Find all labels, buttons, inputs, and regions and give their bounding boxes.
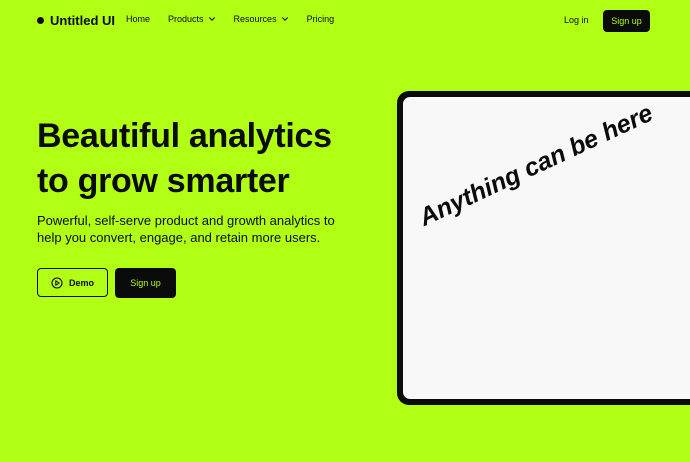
hero-subhead: Powerful, self-serve product and growth … (37, 213, 335, 245)
tablet-screen: Anything can be here (403, 97, 690, 399)
nav-item-label: Home (126, 14, 151, 24)
nav-item-label: Resources (233, 14, 277, 24)
logo-dot-icon (37, 17, 44, 24)
hero-signup-button[interactable]: Sign up (115, 268, 176, 298)
top-nav: Untitled UI Home Products Resources Pric… (0, 0, 690, 42)
placeholder-text: Anything can be here (414, 98, 658, 232)
demo-button-label: Demo (68, 277, 94, 288)
tablet-mockup: Anything can be here (397, 91, 690, 405)
nav-item-products[interactable]: Products (168, 14, 216, 24)
login-link[interactable]: Log in (564, 15, 589, 25)
nav-item-resources[interactable]: Resources (234, 14, 289, 24)
headline-line-2: to grow smarter (37, 162, 290, 200)
nav-item-label: Products (168, 14, 204, 24)
hero-headline: Beautiful analytics to grow smarter (37, 114, 397, 204)
nav-signup-button[interactable]: Sign up (603, 10, 650, 32)
brand-logo[interactable]: Untitled UI (37, 13, 115, 28)
nav-menu: Home Products Resources Pricing (126, 14, 352, 24)
nav-item-home[interactable]: Home (126, 14, 150, 24)
nav-item-pricing[interactable]: Pricing (307, 14, 335, 24)
chevron-down-icon (281, 17, 288, 21)
demo-button[interactable]: Demo (37, 268, 108, 297)
headline-line-1: Beautiful analytics (37, 117, 332, 155)
chevron-down-icon (208, 17, 215, 21)
play-circle-icon (51, 276, 63, 289)
brand-name: Untitled UI (50, 13, 115, 28)
nav-item-label: Pricing (306, 14, 335, 24)
